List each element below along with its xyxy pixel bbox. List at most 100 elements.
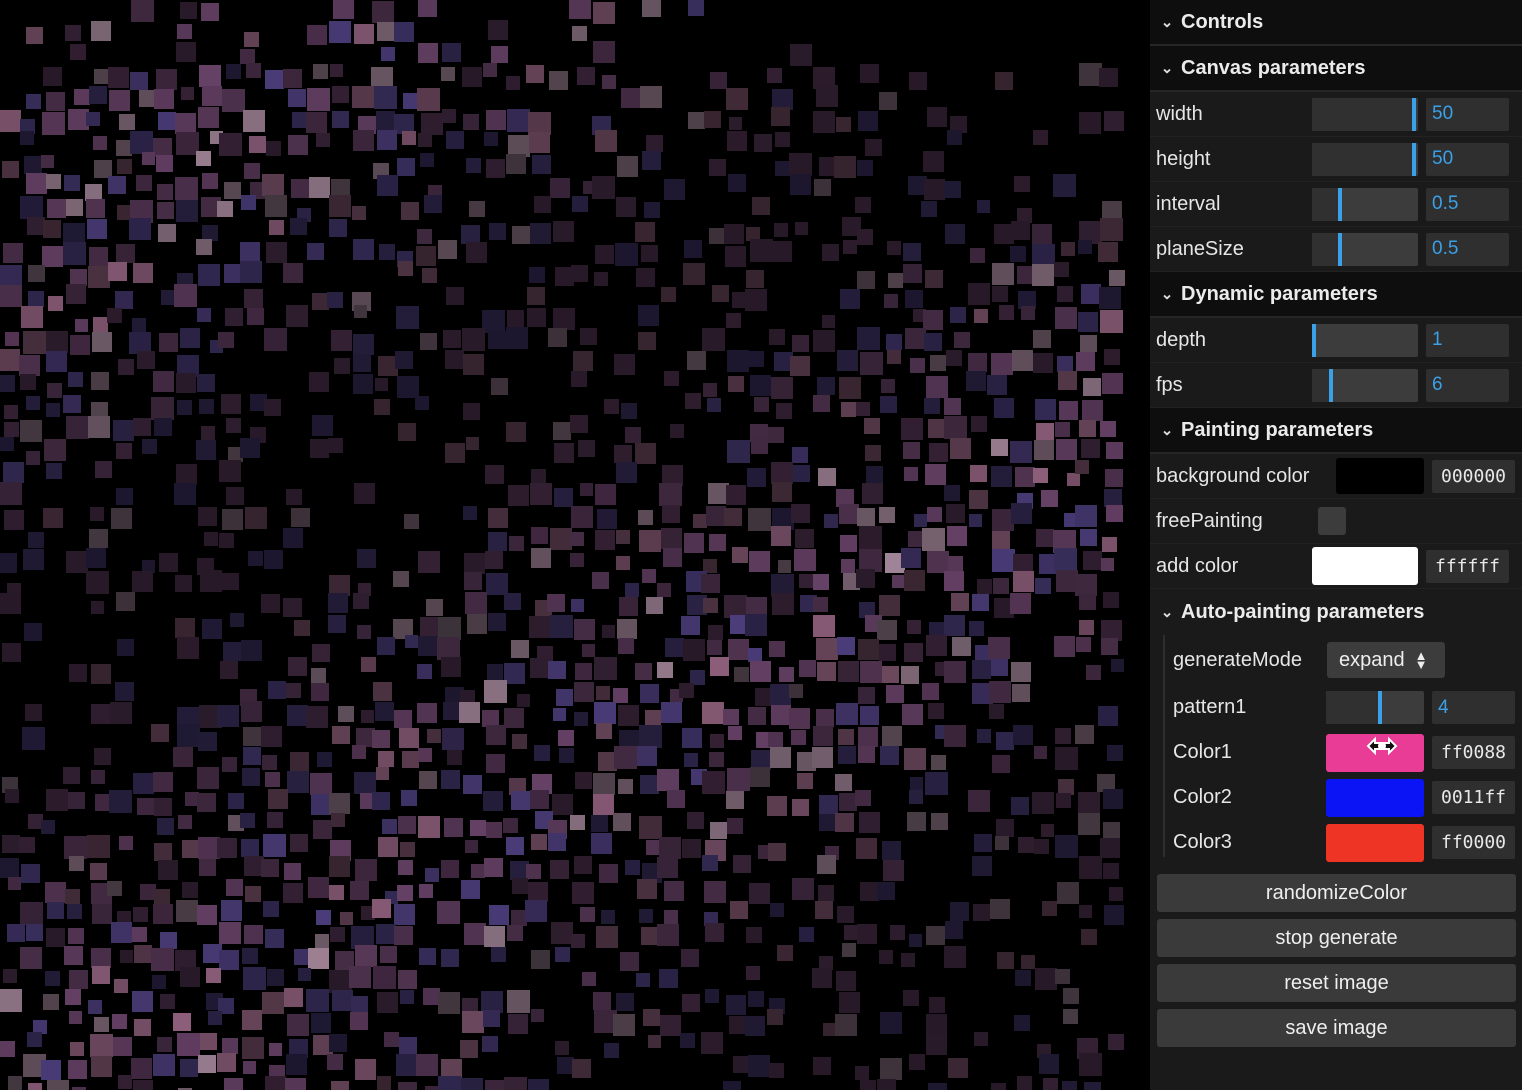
fps-slider-thumb[interactable]: [1329, 368, 1333, 402]
canvas-pixel: [0, 989, 22, 1012]
canvas-pixel: [531, 527, 548, 544]
canvas-pixel: [640, 684, 659, 703]
canvas-pixel: [746, 270, 764, 288]
interval-slider-thumb[interactable]: [1338, 187, 1342, 221]
height-input[interactable]: 50: [1426, 142, 1509, 176]
canvas-parameters-folder-title[interactable]: ⌄ Canvas parameters: [1150, 46, 1522, 92]
canvas-pixel: [952, 637, 971, 656]
canvas-pixel: [459, 702, 480, 723]
canvas-pixel: [2, 161, 19, 178]
color1-swatch[interactable]: [1326, 733, 1424, 772]
canvas-pixel: [944, 725, 966, 747]
canvas-pixel: [374, 399, 390, 415]
background-color-input[interactable]: 000000: [1432, 459, 1515, 493]
width-input[interactable]: 50: [1426, 97, 1509, 131]
pattern1-slider[interactable]: [1326, 691, 1424, 724]
canvas-pixel: [399, 728, 419, 748]
canvas-pixel: [68, 792, 85, 809]
width-slider[interactable]: [1312, 97, 1418, 131]
stop-generate-button[interactable]: stop generate: [1157, 919, 1516, 957]
planesize-slider[interactable]: [1312, 232, 1418, 266]
randomize-color-button[interactable]: randomizeColor: [1157, 874, 1516, 912]
canvas-pixel: [504, 1077, 527, 1090]
canvas-pixel: [532, 155, 551, 174]
color3-swatch[interactable]: [1326, 823, 1424, 862]
canvas-pixel: [115, 682, 134, 701]
canvas-pixel: [974, 1032, 988, 1046]
color2-input[interactable]: 0011ff: [1432, 781, 1515, 814]
planesize-slider-thumb[interactable]: [1338, 232, 1342, 266]
canvas-pixel: [1010, 593, 1031, 614]
canvas-pixel: [157, 1037, 172, 1052]
canvas-pixel: [74, 89, 90, 105]
canvas-pixel: [349, 966, 371, 988]
canvas-pixel: [1075, 725, 1094, 744]
planesize-input[interactable]: 0.5: [1426, 232, 1509, 266]
color3-input[interactable]: ff0000: [1432, 826, 1515, 859]
canvas-pixel: [681, 616, 700, 635]
reset-image-button[interactable]: reset image: [1157, 964, 1516, 1002]
pixel-art-canvas[interactable]: [0, 0, 1150, 1090]
canvas-pixel: [372, 899, 391, 918]
canvas-pixel: [767, 68, 782, 83]
depth-slider[interactable]: [1312, 323, 1418, 357]
canvas-pixel: [47, 1080, 69, 1090]
canvas-pixel: [116, 244, 135, 263]
interval-slider[interactable]: [1312, 187, 1418, 221]
height-slider[interactable]: [1312, 142, 1418, 176]
canvas-pixel: [704, 881, 726, 903]
background-color-swatch[interactable]: [1336, 458, 1424, 494]
canvas-pixel: [267, 969, 284, 986]
freepainting-checkbox[interactable]: [1318, 507, 1346, 535]
depth-slider-thumb[interactable]: [1312, 323, 1316, 357]
height-slider-thumb[interactable]: [1412, 142, 1416, 176]
interval-input[interactable]: 0.5: [1426, 187, 1509, 221]
color1-input[interactable]: ff0088: [1432, 736, 1515, 769]
auto-painting-parameters-folder-title[interactable]: ⌄ Auto-painting parameters: [1150, 589, 1522, 635]
canvas-pixel: [1075, 460, 1089, 474]
canvas-pixel: [469, 201, 485, 217]
pixel-canvas-area[interactable]: [0, 0, 1150, 1090]
canvas-pixel: [240, 242, 260, 262]
canvas-pixel: [988, 637, 1010, 659]
canvas-pixel: [574, 682, 594, 702]
canvas-pixel: [550, 178, 570, 198]
dynamic-parameters-folder-title[interactable]: ⌄ Dynamic parameters: [1150, 272, 1522, 318]
canvas-pixel: [462, 67, 482, 87]
add-color-row: add color ffffff: [1150, 544, 1522, 589]
canvas-pixel: [710, 657, 729, 676]
pattern1-input[interactable]: 4: [1432, 691, 1515, 724]
canvas-pixel: [734, 667, 749, 682]
add-color-input[interactable]: ffffff: [1426, 549, 1509, 583]
canvas-pixel: [316, 133, 330, 147]
canvas-pixel: [327, 292, 343, 308]
canvas-pixel: [156, 155, 173, 172]
pattern1-slider-thumb[interactable]: [1378, 691, 1382, 724]
controls-folder-title[interactable]: ⌄ Controls: [1150, 0, 1522, 46]
canvas-pixel: [884, 294, 898, 308]
save-image-button[interactable]: save image: [1157, 1009, 1516, 1047]
canvas-pixel: [222, 509, 243, 530]
add-color-swatch[interactable]: [1312, 547, 1418, 585]
depth-input[interactable]: 1: [1426, 323, 1509, 357]
canvas-pixel: [441, 67, 455, 81]
painting-parameters-folder-title[interactable]: ⌄ Painting parameters: [1150, 408, 1522, 454]
canvas-pixel: [286, 305, 308, 327]
color2-swatch[interactable]: [1326, 778, 1424, 817]
fps-input[interactable]: 6: [1426, 368, 1509, 402]
canvas-pixel: [208, 1011, 222, 1025]
canvas-pixel: [748, 508, 771, 531]
canvas-pixel: [332, 726, 350, 744]
canvas-pixel: [569, 0, 591, 19]
canvas-pixel: [371, 67, 393, 89]
canvas-pixel: [604, 399, 619, 414]
fps-slider[interactable]: [1312, 368, 1418, 402]
canvas-pixel: [90, 507, 104, 521]
canvas-pixel: [1036, 423, 1054, 441]
canvas-pixel: [530, 483, 552, 505]
generatemode-select[interactable]: expand ▲ ▼: [1327, 642, 1445, 678]
width-slider-thumb[interactable]: [1412, 97, 1416, 131]
canvas-pixel: [329, 793, 350, 814]
canvas-pixel: [923, 151, 944, 172]
canvas-pixel: [904, 748, 926, 770]
